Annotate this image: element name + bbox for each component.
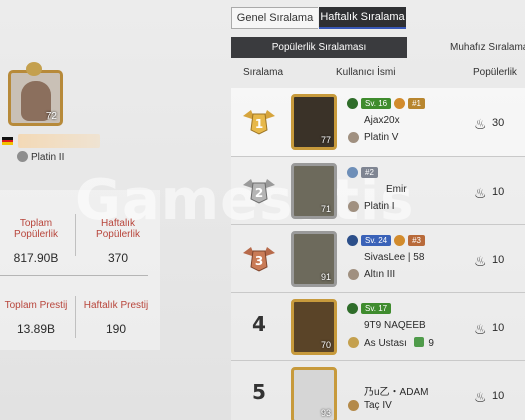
player-tier: Altın III: [364, 269, 396, 280]
player-tier: Platin V: [364, 132, 399, 143]
total-prestige: Toplam Prestij 13.89B: [0, 300, 72, 336]
header-popularity: Popülerlik: [473, 67, 517, 78]
rank-number: 4: [252, 312, 266, 336]
level-badge: Sv. 24: [361, 234, 392, 246]
rank-tag: #1: [408, 97, 425, 109]
flame-emblem-icon: [394, 97, 406, 109]
weekly-popularity-value: 370: [107, 251, 129, 265]
header-rank: Sıralama: [243, 67, 284, 78]
player-avatar[interactable]: 71: [291, 163, 337, 219]
rank-number: 5: [252, 380, 266, 404]
level-badge: Sv. 16: [361, 97, 392, 109]
profile-tier: Platin II: [31, 152, 65, 163]
player-name: SivasLee | 58: [364, 252, 425, 263]
ace-master-badge-icon: [348, 337, 359, 348]
rank-number: 1: [255, 117, 263, 131]
star-emblem-icon: [347, 234, 358, 246]
popularity-score: 10: [492, 186, 505, 198]
player-avatar[interactable]: 77: [291, 94, 337, 150]
flame-icon: ♨: [474, 321, 487, 337]
player-tier: As Ustası 9: [364, 337, 434, 349]
weekly-popularity-label: Haftalık Popülerlik: [96, 218, 140, 240]
popularity-score: 10: [492, 390, 505, 402]
flame-icon: ♨: [474, 389, 487, 405]
ranking-row[interactable]: 5 93 乃u乙・ADAM Taç IV ♨ 10: [231, 360, 525, 420]
weekly-popularity: Haftalık Popülerlik 370: [78, 218, 158, 265]
popularity-score: 10: [492, 254, 505, 266]
divider: [75, 214, 76, 256]
divider: [75, 296, 76, 338]
profile-avatar[interactable]: 72: [8, 70, 63, 126]
weekly-prestige: Haftalık Prestij 190: [78, 300, 154, 336]
water-emblem-icon: [347, 166, 358, 178]
crown-tier-icon: [348, 400, 359, 411]
tab-guardian-ranking[interactable]: Muhafız Sıralama: [450, 37, 525, 58]
player-badges: Sv. 24 #3: [347, 234, 425, 246]
bronze-rank-badge-icon: 3: [243, 247, 275, 272]
total-prestige-label: Toplam Prestij: [4, 300, 68, 311]
player-name: Emir: [386, 184, 407, 195]
divider: [0, 275, 148, 276]
player-tier: Platin I: [364, 201, 395, 212]
player-tier: Taç IV: [364, 400, 392, 411]
profile-level: 72: [45, 111, 57, 122]
tab-popularity-ranking[interactable]: Popülerlik Sıralaması: [231, 37, 407, 58]
player-level: 91: [320, 272, 331, 282]
ranking-row[interactable]: 3 91 Sv. 24 #3 SivasLee | 58 Altın III ♨…: [231, 224, 525, 292]
flame-emblem-icon: [394, 234, 406, 246]
tier-badge-icon: [348, 269, 359, 280]
flame-icon: ♨: [474, 116, 487, 132]
ranking-row[interactable]: 1 77 Sv. 16 #1 Ajax20x Platin V ♨ 30: [231, 88, 525, 156]
flame-icon: ♨: [474, 185, 487, 201]
profile-name-bar: [18, 134, 100, 148]
ace-shield-icon: [413, 337, 424, 347]
silver-rank-badge-icon: 2: [243, 179, 275, 204]
popularity-score: 30: [492, 117, 505, 129]
player-badges: #2: [347, 166, 378, 178]
tier-badge-icon: [348, 132, 359, 143]
player-avatar[interactable]: 70: [291, 299, 337, 355]
player-level: 71: [320, 204, 331, 214]
total-popularity-value: 817.90B: [13, 251, 59, 265]
player-name: 乃u乙・ADAM: [364, 387, 429, 398]
player-badges: Sv. 16 #1: [347, 97, 425, 109]
player-avatar[interactable]: 91: [291, 231, 337, 287]
popularity-score: 10: [492, 322, 505, 334]
germany-flag-icon: [2, 137, 13, 145]
player-tier-label: As Ustası: [364, 338, 407, 349]
gold-rank-badge-icon: 1: [243, 110, 275, 135]
flame-icon: ♨: [474, 253, 487, 269]
tab-weekly-ranking[interactable]: Haftalık Sıralama: [319, 7, 406, 29]
weekly-prestige-label: Haftalık Prestij: [83, 300, 149, 311]
rank-number: 2: [255, 186, 263, 200]
tab-general-ranking[interactable]: Genel Sıralama: [231, 7, 318, 29]
header-username: Kullanıcı İsmi: [336, 67, 396, 78]
player-level: 77: [320, 135, 331, 145]
ace-count: 9: [428, 338, 434, 349]
rank-emblem-icon: [347, 97, 358, 109]
rank-tag: #3: [408, 234, 425, 246]
total-popularity-label: Toplam Popülerlik: [14, 218, 58, 240]
player-name: 9T9 NAQEEB: [364, 320, 426, 331]
crown-crest-icon: [26, 62, 42, 76]
ranking-row[interactable]: 2 71 #2 Emir Platin I ♨ 10: [231, 156, 525, 224]
rank-number: 3: [255, 254, 263, 268]
player-badges: Sv. 17: [347, 302, 392, 314]
total-popularity: Toplam Popülerlik 817.90B: [0, 218, 72, 265]
rank-emblem-icon: [347, 302, 358, 314]
level-badge: Sv. 17: [361, 302, 392, 314]
player-level: 70: [320, 340, 331, 350]
weekly-prestige-value: 190: [105, 322, 127, 336]
tier-badge-icon: [348, 201, 359, 212]
total-prestige-value: 13.89B: [16, 322, 56, 336]
ranking-row[interactable]: 4 70 Sv. 17 9T9 NAQEEB As Ustası 9 ♨ 10: [231, 292, 525, 360]
player-name: Ajax20x: [364, 115, 400, 126]
player-avatar[interactable]: 93: [291, 367, 337, 420]
player-level: 93: [320, 408, 331, 418]
tier-badge-icon: [17, 151, 28, 162]
rank-tag: #2: [361, 166, 378, 178]
